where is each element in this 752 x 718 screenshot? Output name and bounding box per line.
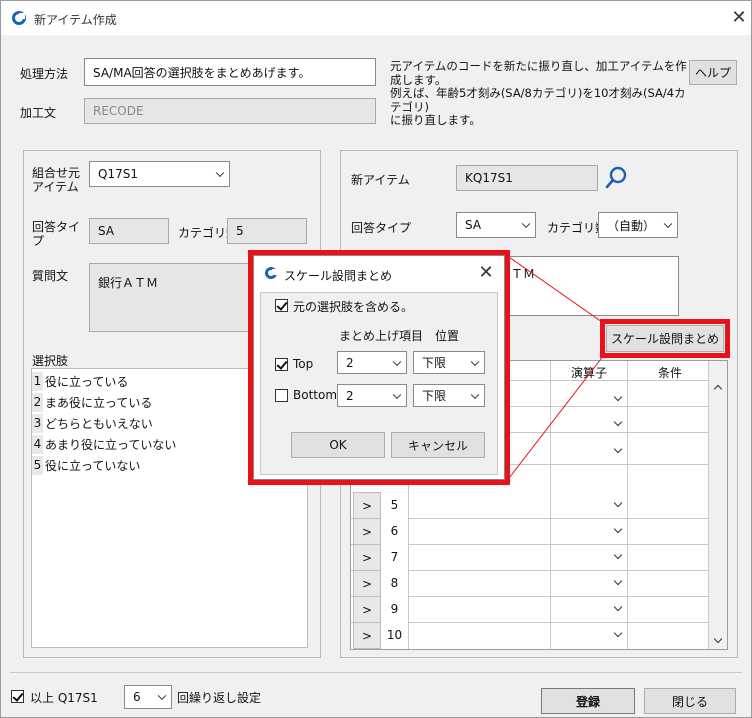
repeat-check-label: 以上 Q17S1	[30, 691, 98, 705]
dialog-title-bar: スケール設問まとめ ✕	[254, 256, 504, 289]
app-logo-icon	[265, 267, 278, 279]
column-header-items: まとめ上げ項目	[339, 329, 424, 343]
repeat-count-value: 6	[133, 690, 141, 704]
include-original-checkbox[interactable]	[275, 299, 288, 312]
repeat-checkbox[interactable]	[11, 690, 24, 703]
dialog-body: 元の選択肢を含める。 まとめ上げ項目 位置 Top 2 下限 Bottom 2 …	[260, 292, 498, 475]
divider	[10, 672, 742, 673]
chevron-down-icon	[157, 691, 167, 701]
bottom-position-select[interactable]: 下限	[413, 384, 485, 407]
scale-summary-dialog: スケール設問まとめ ✕ 元の選択肢を含める。 まとめ上げ項目 位置 Top 2 …	[253, 255, 505, 480]
dialog-close-icon[interactable]: ✕	[477, 264, 495, 282]
cancel-button[interactable]: キャンセル	[391, 432, 485, 458]
register-button[interactable]: 登録	[541, 688, 635, 714]
close-button[interactable]: 閉じる	[644, 688, 736, 714]
top-position-select[interactable]: 下限	[413, 351, 485, 374]
top-checkbox[interactable]	[275, 358, 288, 371]
column-header-position: 位置	[435, 329, 460, 343]
include-original-label: 元の選択肢を含める。	[293, 300, 414, 314]
bottom-count-value: 2	[346, 388, 354, 403]
ok-button[interactable]: OK	[291, 432, 385, 458]
top-label: Top	[293, 357, 314, 371]
bottom-label: Bottom	[293, 388, 338, 402]
chevron-down-icon	[470, 390, 480, 399]
chevron-down-icon	[470, 357, 480, 366]
bottom-checkbox[interactable]	[275, 389, 288, 402]
repeat-count-select[interactable]: 6	[124, 685, 172, 709]
dialog-title: スケール設問まとめ	[284, 269, 393, 283]
bottom-count-select[interactable]: 2	[337, 384, 407, 407]
chevron-down-icon	[392, 390, 402, 399]
top-position-value: 下限	[422, 356, 447, 370]
top-count-value: 2	[346, 355, 354, 370]
chevron-down-icon	[392, 357, 402, 366]
repeat-label: 回繰り返し設定	[177, 691, 262, 705]
bottom-position-value: 下限	[422, 389, 447, 403]
top-count-select[interactable]: 2	[337, 351, 407, 374]
